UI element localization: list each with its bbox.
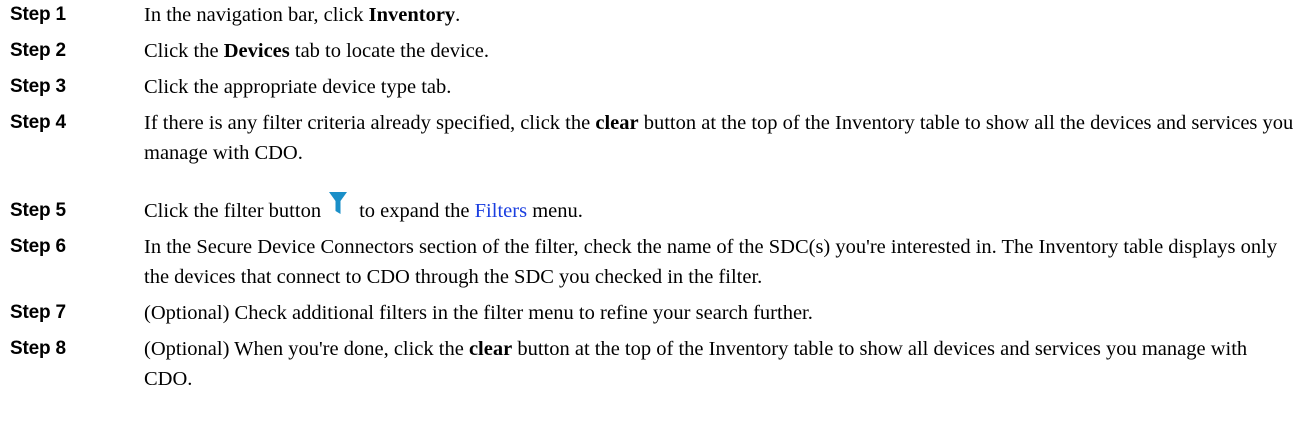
ui-term-clear: clear [595,112,639,134]
step-label: Step 8 [10,338,66,359]
step-text: (Optional) Check additional filters in t… [144,302,813,324]
step-label: Step 1 [10,4,66,25]
step-text: In the navigation bar, click Inventory. [144,4,461,26]
filters-link[interactable]: Filters [475,200,527,222]
step-label: Step 2 [10,40,66,61]
step-text: If there is any filter criteria already … [144,112,1294,164]
step-text: Click the Devices tab to locate the devi… [144,40,489,62]
step-text: In the Secure Device Connectors section … [144,236,1278,288]
step-text: Click the filter button to expand the Fil… [144,192,1299,226]
ui-term-clear: clear [468,338,513,360]
step-label: Step 6 [10,236,66,257]
filter-funnel-icon [329,192,348,215]
step-label: Step 5 [10,200,66,221]
step-label: Step 7 [10,302,66,323]
step-text: (Optional) When you're done, click the c… [144,338,1248,390]
step-text: Click the appropriate device type tab. [144,76,452,98]
step-label: Step 3 [10,76,66,97]
ui-term-inventory: Inventory [368,4,456,26]
ui-term-devices: Devices [223,40,290,62]
step-label: Step 4 [10,112,66,133]
